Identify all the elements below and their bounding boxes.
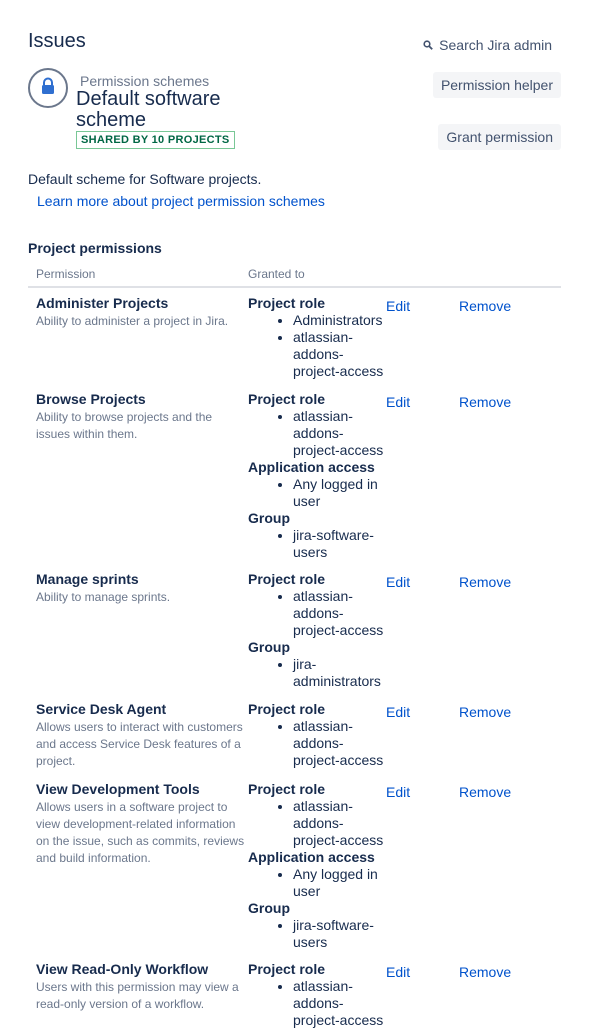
permission-name: Browse Projects [36, 391, 146, 407]
grant-item: jira-administrators [293, 656, 388, 690]
grant-item: Any logged in user [293, 866, 388, 900]
grant-type: Project role [248, 701, 326, 717]
grant-item: Any logged in user [293, 476, 388, 510]
granted-to: Project roleatlassian-addons-project-acc… [248, 781, 388, 951]
grant-item: jira-software-users [293, 527, 388, 561]
scheme-description: Default scheme for Software projects. [28, 171, 262, 187]
grant-item: atlassian-addons-project-access [293, 329, 388, 380]
grant-permission-button[interactable]: Grant permission [438, 124, 561, 150]
granted-to: Project roleAdministratorsatlassian-addo… [248, 295, 388, 380]
grant-type: Group [248, 510, 290, 526]
section-title: Project permissions [28, 240, 162, 256]
remove-link[interactable]: Remove [459, 704, 511, 720]
edit-link[interactable]: Edit [386, 574, 410, 590]
remove-link[interactable]: Remove [459, 298, 511, 314]
grant-item: atlassian-addons-project-access [293, 718, 388, 769]
permission-description: Ability to browse projects and the issue… [36, 410, 213, 441]
header-divider [28, 286, 561, 288]
grant-list: Any logged in user [248, 476, 388, 510]
remove-link[interactable]: Remove [459, 964, 511, 980]
grant-type: Project role [248, 571, 326, 587]
learn-more-link[interactable]: Learn more about project permission sche… [37, 193, 325, 209]
grant-list: jira-software-users [248, 527, 388, 561]
grant-item: atlassian-addons-project-access [293, 588, 388, 639]
granted-to: Project roleatlassian-addons-project-acc… [248, 571, 388, 690]
permission-name: View Development Tools [36, 781, 200, 797]
search-jira-admin[interactable]: Search Jira admin [423, 37, 552, 53]
grant-type: Project role [248, 295, 326, 311]
scheme-name: Default software scheme [76, 88, 221, 131]
granted-to: Project roleatlassian-addons-project-acc… [248, 961, 388, 1029]
search-icon [423, 37, 434, 53]
edit-link[interactable]: Edit [386, 964, 410, 980]
grant-item: atlassian-addons-project-access [293, 408, 388, 459]
edit-link[interactable]: Edit [386, 784, 410, 800]
grant-list: atlassian-addons-project-access [248, 588, 388, 639]
lock-icon [40, 77, 56, 100]
grant-list: jira-software-users [248, 917, 388, 951]
grant-list: Any logged in user [248, 866, 388, 900]
edit-link[interactable]: Edit [386, 298, 410, 314]
permission-name: Manage sprints [36, 571, 139, 587]
permission-description: Allows users in a software project to vi… [36, 800, 245, 865]
remove-link[interactable]: Remove [459, 394, 511, 410]
grant-list: Administratorsatlassian-addons-project-a… [248, 312, 388, 380]
granted-to: Project roleatlassian-addons-project-acc… [248, 701, 388, 769]
grant-item: jira-software-users [293, 917, 388, 951]
edit-link[interactable]: Edit [386, 394, 410, 410]
column-header-permission: Permission [36, 267, 96, 281]
grant-type: Group [248, 639, 290, 655]
grant-type: Application access [248, 849, 375, 865]
breadcrumb[interactable]: Permission schemes [80, 73, 209, 89]
grant-list: atlassian-addons-project-access [248, 718, 388, 769]
grant-type: Project role [248, 781, 326, 797]
permission-name: Service Desk Agent [36, 701, 167, 717]
page-title: Issues [28, 30, 86, 52]
permission-name: View Read-Only Workflow [36, 961, 209, 977]
grant-list: jira-administrators [248, 656, 388, 690]
grant-item: atlassian-addons-project-access [293, 978, 388, 1029]
search-label: Search Jira admin [439, 37, 552, 53]
grant-list: atlassian-addons-project-access [248, 798, 388, 849]
permission-description: Users with this permission may view a re… [36, 980, 239, 1011]
grant-list: atlassian-addons-project-access [248, 978, 388, 1029]
grant-type: Project role [248, 391, 326, 407]
scheme-avatar [28, 68, 68, 108]
permission-description: Ability to administer a project in Jira. [36, 314, 229, 328]
edit-link[interactable]: Edit [386, 704, 410, 720]
column-header-granted: Granted to [248, 267, 305, 281]
grant-list: atlassian-addons-project-access [248, 408, 388, 459]
permission-helper-button[interactable]: Permission helper [432, 72, 561, 98]
grant-type: Project role [248, 961, 326, 977]
permission-name: Administer Projects [36, 295, 169, 311]
grant-item: atlassian-addons-project-access [293, 798, 388, 849]
grant-item: Administrators [293, 312, 388, 329]
remove-link[interactable]: Remove [459, 784, 511, 800]
shared-badge: SHARED BY 10 PROJECTS [76, 131, 235, 149]
grant-type: Application access [248, 459, 375, 475]
permission-description: Allows users to interact with customers … [36, 720, 243, 768]
remove-link[interactable]: Remove [459, 574, 511, 590]
permission-description: Ability to manage sprints. [36, 590, 171, 604]
granted-to: Project roleatlassian-addons-project-acc… [248, 391, 388, 561]
grant-type: Group [248, 900, 290, 916]
